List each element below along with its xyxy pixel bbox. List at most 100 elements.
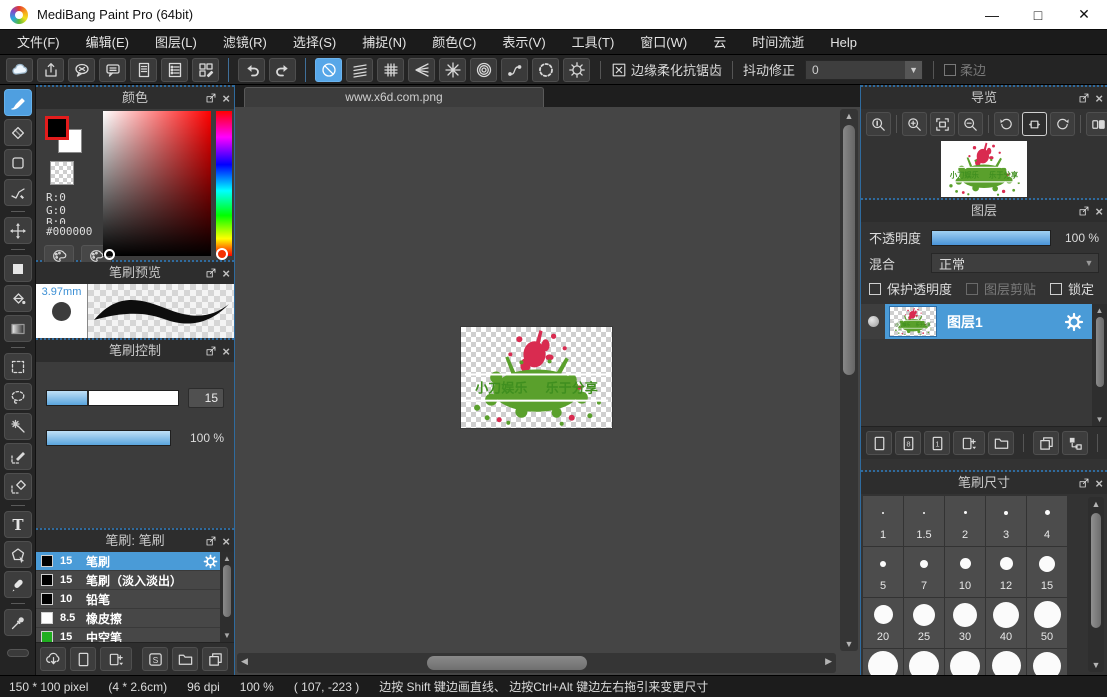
scrollbar-thumb[interactable] [843, 125, 855, 375]
fit-window-button[interactable] [930, 112, 955, 136]
snap-off-button[interactable] [315, 58, 342, 82]
duplicate-brush-button[interactable] [202, 647, 228, 671]
soft-edge-checkbox[interactable] [944, 64, 956, 76]
tool-magic-wand[interactable] [4, 413, 32, 440]
minimize-button[interactable]: — [969, 0, 1015, 30]
popout-icon[interactable] [205, 345, 217, 357]
document-tab[interactable]: www.x6d.com.png [244, 87, 544, 107]
scroll-down-icon[interactable]: ▼ [840, 639, 858, 649]
menu-select[interactable]: 选择(S) [280, 30, 349, 55]
duplicate-layer-button[interactable] [1033, 431, 1059, 455]
tool-bucket[interactable] [4, 285, 32, 312]
comment-button[interactable] [99, 58, 126, 82]
layer-folder-button[interactable] [988, 431, 1014, 455]
brush-list-item[interactable]: 15 中空笔 [36, 628, 234, 642]
zoom-in-button[interactable] [902, 112, 927, 136]
scroll-up-icon[interactable]: ▲ [840, 111, 858, 121]
brush-size-cell[interactable]: 1.5 [904, 496, 944, 546]
brush-list-item[interactable]: 10 铅笔 [36, 590, 234, 609]
close-icon[interactable]: × [222, 345, 230, 358]
menu-view[interactable]: 表示(V) [489, 30, 558, 55]
menu-window[interactable]: 窗口(W) [627, 30, 700, 55]
menu-layer[interactable]: 图层(L) [142, 30, 210, 55]
transparent-color-swatch[interactable] [50, 161, 74, 185]
scroll-down-icon[interactable]: ▼ [223, 629, 231, 642]
close-button[interactable]: ✕ [1061, 0, 1107, 30]
brush-size-cell[interactable]: 5 [863, 547, 903, 597]
brush-list-scrollbar[interactable]: ▲ ▼ [220, 552, 234, 642]
brush-size-cell[interactable]: 20 [863, 598, 903, 648]
brush-opacity-slider[interactable] [46, 430, 171, 446]
tool-move[interactable] [4, 217, 32, 244]
brush-size-cell[interactable]: 30 [945, 598, 985, 648]
new-layer-button[interactable] [866, 431, 892, 455]
stabilizer-dropdown[interactable]: 0 ▼ [805, 60, 923, 80]
popout-icon[interactable] [1078, 477, 1090, 489]
layer-opacity-slider[interactable] [931, 230, 1051, 246]
layer-visibility-toggle[interactable] [861, 304, 885, 339]
lock-checkbox[interactable] [1050, 283, 1062, 295]
close-icon[interactable]: × [1095, 477, 1103, 490]
brush-list-item[interactable]: 8.5 橡皮擦 [36, 609, 234, 628]
brush-size-cell[interactable]: 25 [904, 598, 944, 648]
brush-settings-gear-icon[interactable] [203, 554, 218, 569]
brush-folder-button[interactable] [172, 647, 198, 671]
popout-icon[interactable] [205, 267, 217, 279]
brush-size-cell[interactable]: 10 [945, 547, 985, 597]
blend-mode-dropdown[interactable]: 正常 ▼ [931, 253, 1099, 273]
brush-list-item[interactable]: 15 笔刷（淡入淡出） [36, 571, 234, 590]
publish-button[interactable] [37, 58, 64, 82]
brush-size-cell[interactable]: 15 [1027, 547, 1067, 597]
zoom-actual-button[interactable] [866, 112, 891, 136]
undo-button[interactable] [238, 58, 265, 82]
hue-slider-handle[interactable] [216, 248, 228, 260]
snap-parallel-button[interactable] [346, 58, 373, 82]
scroll-right-icon[interactable]: ▶ [825, 656, 832, 667]
brush-size-scrollbar[interactable]: ▲ ▼ [1088, 497, 1104, 672]
scroll-up-icon[interactable]: ▲ [1088, 499, 1104, 509]
flip-horizontal-button[interactable] [1086, 112, 1107, 136]
layer-row[interactable]: 图层1 [861, 304, 1092, 339]
popout-icon[interactable] [1078, 92, 1090, 104]
brush-size-cell[interactable] [986, 649, 1026, 675]
scrollbar-thumb[interactable] [427, 656, 587, 670]
close-icon[interactable]: × [1095, 205, 1103, 218]
canvas-viewport[interactable]: ▲ ▼ [235, 107, 860, 653]
tool-eraser[interactable] [4, 119, 32, 146]
menu-timelapse[interactable]: 时间流逝 [739, 30, 817, 55]
document-button[interactable] [130, 58, 157, 82]
tool-pen[interactable] [4, 571, 32, 598]
zoom-out-button[interactable] [958, 112, 983, 136]
community-button[interactable] [68, 58, 95, 82]
menu-edit[interactable]: 编辑(E) [73, 30, 142, 55]
popout-icon[interactable] [205, 92, 217, 104]
cloud-button[interactable] [6, 58, 33, 82]
doc-list-button[interactable] [161, 58, 188, 82]
brush-size-cell[interactable]: 12 [986, 547, 1026, 597]
scroll-down-icon[interactable]: ▼ [1088, 660, 1104, 670]
tool-select[interactable] [4, 353, 32, 380]
add-brush-button[interactable] [70, 647, 96, 671]
tool-text[interactable]: T [4, 511, 32, 538]
canvas-horizontal-scrollbar[interactable]: ◀ ▶ [237, 653, 836, 673]
brush-size-cell[interactable]: 4 [1027, 496, 1067, 546]
menu-filter[interactable]: 滤镜(R) [210, 30, 280, 55]
scroll-up-icon[interactable]: ▲ [223, 552, 231, 565]
close-icon[interactable]: × [222, 267, 230, 280]
menu-cloud[interactable]: 云 [700, 30, 739, 55]
canvas-vertical-scrollbar[interactable]: ▲ ▼ [840, 109, 858, 651]
maximize-button[interactable]: □ [1015, 0, 1061, 30]
reset-rotation-button[interactable] [1022, 112, 1047, 136]
menu-help[interactable]: Help [817, 30, 870, 55]
tool-polyline-pen[interactable] [4, 179, 32, 206]
layer-settings-gear-icon[interactable] [1064, 312, 1084, 332]
brush-list-item[interactable]: 15 笔刷 [36, 552, 234, 571]
tool-strip-grip[interactable] [7, 649, 29, 657]
brush-size-cell[interactable] [863, 649, 903, 675]
snap-ellipse-button[interactable] [532, 58, 559, 82]
new-1bit-layer-button[interactable]: 1 [924, 431, 950, 455]
scrollbar-thumb[interactable] [1096, 317, 1104, 387]
close-icon[interactable]: × [222, 92, 230, 105]
snap-vanishing-button[interactable] [408, 58, 435, 82]
brush-size-cell[interactable]: 7 [904, 547, 944, 597]
